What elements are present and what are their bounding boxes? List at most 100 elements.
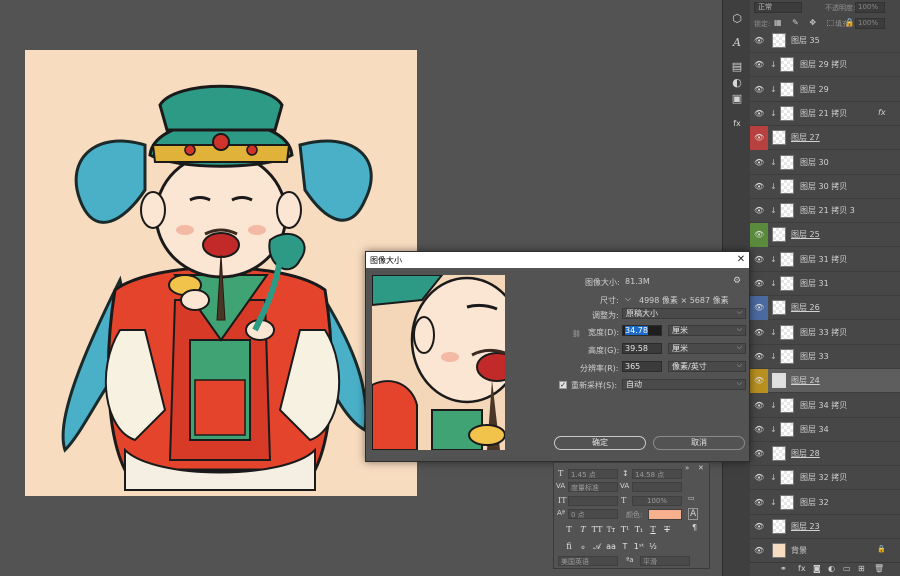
- layer-effects-icon[interactable]: fx: [878, 108, 886, 117]
- text-box-icon[interactable]: ▭: [688, 494, 695, 502]
- dialog-title-bar[interactable]: 图像大小 ✕: [366, 252, 749, 268]
- layer-thumbnail[interactable]: [780, 155, 794, 170]
- visibility-eye-icon[interactable]: 👁: [754, 401, 764, 411]
- settings-gear-icon[interactable]: ⚙: [733, 276, 741, 286]
- visibility-eye-icon[interactable]: 👁: [754, 425, 764, 435]
- layer-thumbnail[interactable]: [780, 325, 794, 340]
- visibility-eye-icon[interactable]: 👁: [754, 85, 764, 95]
- resolution-input[interactable]: 365: [622, 361, 662, 372]
- layer-thumbnail[interactable]: [780, 495, 794, 510]
- layer-row[interactable]: 👁 ↓ 图层 32 拷贝: [750, 466, 900, 490]
- all-caps-button[interactable]: TT: [591, 524, 603, 536]
- layer-name[interactable]: 图层 35: [791, 35, 820, 46]
- delete-layer-icon[interactable]: 🗑: [874, 564, 884, 573]
- layer-row[interactable]: 👁 ↓ 图层 32: [750, 491, 900, 515]
- visibility-eye-icon[interactable]: 👁: [754, 60, 764, 70]
- layer-row[interactable]: 👁 图层 24: [750, 369, 900, 393]
- layer-thumbnail[interactable]: [772, 519, 786, 534]
- adjustments-icon[interactable]: ▤: [729, 60, 745, 74]
- alternates-button[interactable]: ℴ: [577, 541, 589, 553]
- ordinal-button[interactable]: 1ˢᵗ: [633, 541, 645, 553]
- link-layers-icon[interactable]: ⚭: [780, 564, 787, 573]
- 3d-cube-icon[interactable]: ⬡: [729, 12, 745, 26]
- layer-row[interactable]: 👁 ↓ 图层 31 拷贝: [750, 248, 900, 272]
- layer-name[interactable]: 图层 34: [800, 424, 829, 435]
- layer-name[interactable]: 图层 32 拷贝: [800, 472, 847, 483]
- fill-input[interactable]: 100%: [855, 18, 885, 29]
- ligature-button[interactable]: ﬁ: [563, 541, 575, 553]
- layer-row[interactable]: 👁 图层 25: [750, 223, 900, 247]
- dimensions-dropdown-icon[interactable]: ⌵: [625, 294, 631, 304]
- small-caps-button[interactable]: Tт: [605, 524, 617, 536]
- layer-name[interactable]: 图层 21 拷贝: [800, 108, 847, 119]
- visibility-eye-icon[interactable]: 👁: [754, 255, 764, 265]
- layer-thumbnail[interactable]: [772, 33, 786, 48]
- new-layer-icon[interactable]: ⊞: [858, 564, 865, 573]
- layer-thumbnail[interactable]: [780, 106, 794, 121]
- layer-name[interactable]: 图层 26: [791, 302, 820, 313]
- visibility-eye-icon[interactable]: 👁: [754, 522, 764, 532]
- layer-thumbnail[interactable]: [780, 276, 794, 291]
- layer-thumbnail[interactable]: [780, 470, 794, 485]
- visibility-eye-icon[interactable]: 👁: [754, 206, 764, 216]
- artboard-illustration[interactable]: [25, 50, 417, 496]
- color-icon[interactable]: ◐: [729, 76, 745, 90]
- layer-row[interactable]: 👁 图层 35: [750, 29, 900, 53]
- layer-name[interactable]: 图层 29: [800, 84, 829, 95]
- layer-name[interactable]: 图层 27: [791, 132, 820, 143]
- width-unit-select[interactable]: 厘米: [668, 325, 746, 336]
- layer-row[interactable]: 👁 图层 28: [750, 442, 900, 466]
- layer-row[interactable]: 👁 图层 26: [750, 296, 900, 320]
- layer-row[interactable]: 👁 图层 23: [750, 515, 900, 539]
- group-folder-icon[interactable]: ▭: [843, 564, 851, 573]
- adjustment-layer-icon[interactable]: ◐: [828, 564, 835, 573]
- leading-input[interactable]: 14.58 点: [632, 469, 682, 479]
- layer-name[interactable]: 图层 31 拷贝: [800, 254, 847, 265]
- fraction-button[interactable]: ½: [647, 541, 659, 553]
- faux-bold-button[interactable]: T: [563, 524, 575, 536]
- layer-row[interactable]: 👁 背景 🔒: [750, 539, 900, 563]
- visibility-eye-icon[interactable]: 👁: [754, 376, 764, 386]
- layer-thumbnail[interactable]: [772, 543, 786, 558]
- visibility-eye-icon[interactable]: 👁: [754, 449, 764, 459]
- visibility-eye-icon[interactable]: 👁: [754, 230, 764, 240]
- opacity-input[interactable]: 100%: [855, 2, 885, 13]
- collapse-icon[interactable]: »: [685, 464, 689, 472]
- layer-name[interactable]: 图层 21 拷贝 3: [800, 205, 855, 216]
- visibility-eye-icon[interactable]: 👁: [754, 498, 764, 508]
- tracking-input[interactable]: [632, 482, 682, 492]
- paragraph-icon[interactable]: ¶: [692, 523, 697, 532]
- layer-thumbnail[interactable]: [780, 179, 794, 194]
- vertical-scale-input[interactable]: [568, 496, 618, 506]
- visibility-eye-icon[interactable]: 👁: [754, 473, 764, 483]
- character-style-icon[interactable]: A: [688, 508, 699, 520]
- layer-thumbnail[interactable]: [780, 57, 794, 72]
- visibility-eye-icon[interactable]: 👁: [754, 109, 764, 119]
- layer-name[interactable]: 图层 29 拷贝: [800, 59, 847, 70]
- close-icon[interactable]: ✕: [735, 253, 747, 266]
- layer-mask-icon[interactable]: ◙: [813, 564, 821, 573]
- visibility-eye-icon[interactable]: 👁: [754, 303, 764, 313]
- layer-row[interactable]: 👁 ↓ 图层 30: [750, 151, 900, 175]
- faux-italic-button[interactable]: T: [577, 524, 589, 536]
- font-size-input[interactable]: 1.45 点: [568, 469, 618, 479]
- close-icon[interactable]: ✕: [698, 464, 704, 472]
- visibility-eye-icon[interactable]: 👁: [754, 36, 764, 46]
- layer-thumbnail[interactable]: [780, 82, 794, 97]
- blend-mode-select[interactable]: 正常: [754, 2, 802, 13]
- resample-select[interactable]: 自动: [622, 379, 746, 390]
- visibility-eye-icon[interactable]: 👁: [754, 158, 764, 168]
- layer-row[interactable]: 👁 图层 27: [750, 126, 900, 150]
- titling-button[interactable]: T: [619, 541, 631, 553]
- width-input[interactable]: 34.78: [622, 325, 662, 336]
- layer-name[interactable]: 图层 30 拷贝: [800, 181, 847, 192]
- layer-row[interactable]: 👁 ↓ 图层 21 拷贝 3: [750, 199, 900, 223]
- layer-name[interactable]: 图层 23: [791, 521, 820, 532]
- fx-icon[interactable]: fx: [729, 117, 745, 131]
- layer-thumbnail[interactable]: [772, 446, 786, 461]
- layer-row[interactable]: 👁 ↓ 图层 21 拷贝 fx: [750, 102, 900, 126]
- layer-name[interactable]: 图层 30: [800, 157, 829, 168]
- fit-to-select[interactable]: 原稿大小: [622, 308, 746, 319]
- layer-row[interactable]: 👁 ↓ 图层 31: [750, 272, 900, 296]
- image-icon[interactable]: ▣: [729, 92, 745, 106]
